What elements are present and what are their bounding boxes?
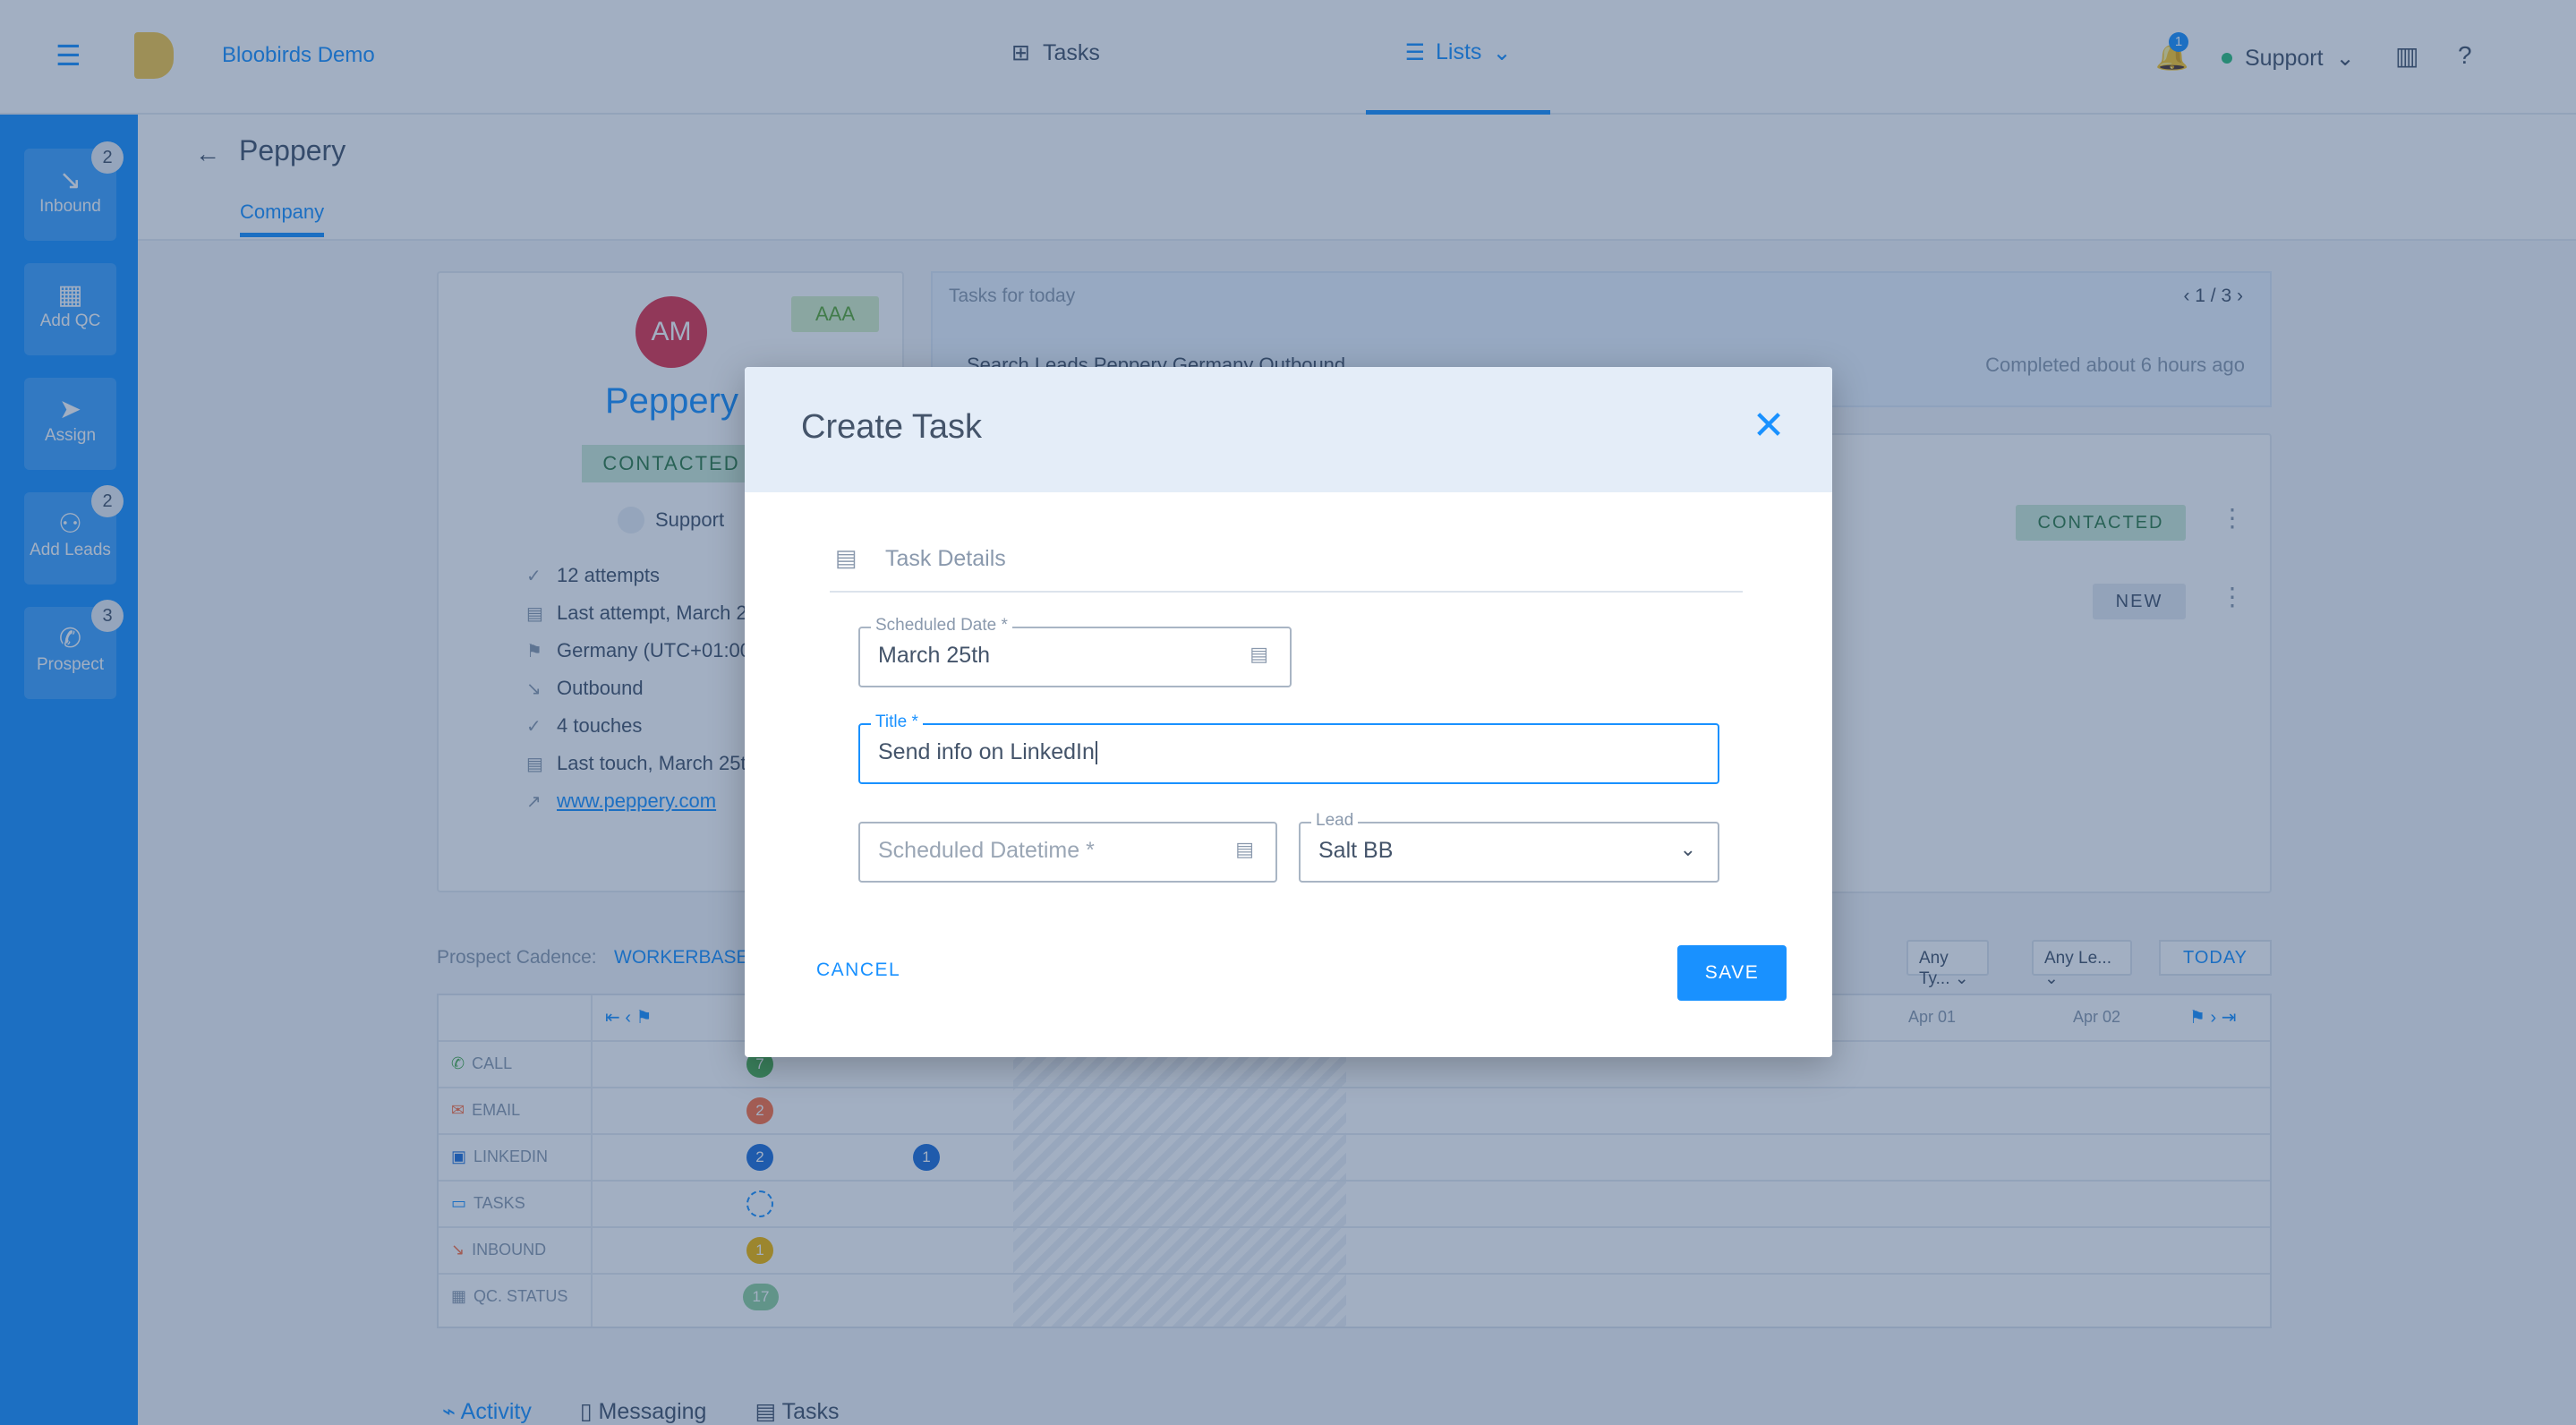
- calendar-icon[interactable]: ▤: [1235, 838, 1254, 861]
- modal-header: Create Task ✕: [745, 367, 1832, 492]
- field-value: Salt BB: [1318, 838, 1394, 863]
- field-label: Lead: [1311, 811, 1359, 831]
- title-field[interactable]: Title * Send info on LinkedIn: [858, 712, 1719, 784]
- modal-title: Create Task: [801, 408, 983, 446]
- scheduled-date-field[interactable]: Scheduled Date * March 25th ▤: [858, 616, 1292, 687]
- field-label: Scheduled Date *: [871, 616, 1012, 636]
- title-input-text: Send info on LinkedIn: [878, 739, 1095, 764]
- field-value: March 25th: [878, 643, 991, 668]
- cancel-button[interactable]: CANCEL: [798, 951, 918, 990]
- scheduled-datetime-field[interactable]: Scheduled Datetime * ▤: [858, 822, 1277, 883]
- calendar-icon: ▤: [835, 544, 857, 571]
- section-label: Task Details: [885, 546, 1006, 571]
- text-caret: [1095, 741, 1097, 765]
- field-placeholder: Scheduled Datetime *: [878, 838, 1095, 863]
- close-icon[interactable]: ✕: [1745, 403, 1792, 449]
- chevron-down-icon[interactable]: ⌄: [1680, 838, 1696, 861]
- title-input[interactable]: Send info on LinkedIn: [878, 739, 1097, 765]
- field-label: Title *: [871, 712, 923, 732]
- lead-select[interactable]: Lead Salt BB ⌄: [1299, 811, 1719, 883]
- task-details-section: ▤ Task Details: [830, 533, 1743, 593]
- calendar-icon[interactable]: ▤: [1250, 643, 1268, 666]
- save-button[interactable]: SAVE: [1677, 945, 1787, 1001]
- create-task-modal: Create Task ✕ ▤ Task Details Scheduled D…: [745, 367, 1832, 1057]
